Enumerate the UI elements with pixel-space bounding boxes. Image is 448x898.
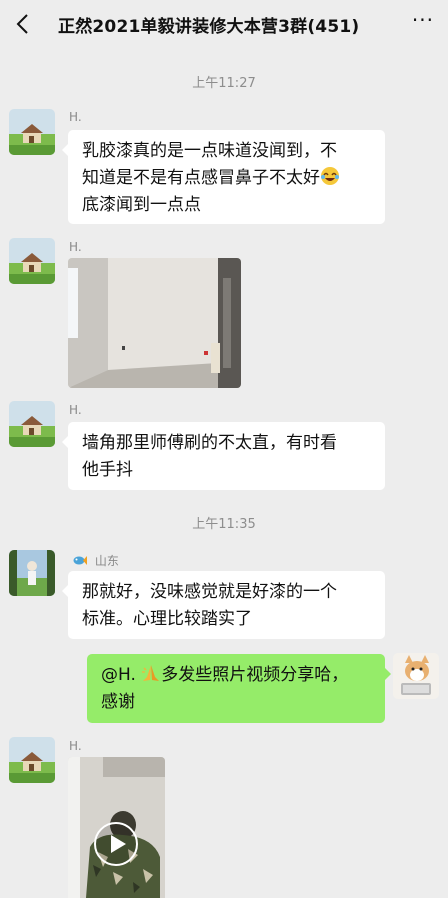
message-text-line: 感谢 <box>101 692 135 712</box>
sender-name: H. <box>69 240 82 254</box>
avatar-h[interactable] <box>9 109 55 155</box>
sender-name: 山东 <box>72 552 119 569</box>
message-text-line: 乳胶漆真的是一点味道没闻到，不 <box>82 141 337 161</box>
avatar-h[interactable] <box>9 401 55 447</box>
message-bubble-self[interactable]: @H. 多发些照片视频分享哈， 感谢 <box>87 654 391 723</box>
timestamp: 上午11:35 <box>192 517 256 532</box>
chat-header: 正然2021单毅讲装修大本营3群(451) ··· <box>0 0 448 48</box>
more-dots-icon[interactable]: ··· <box>412 8 434 32</box>
avatar-h[interactable] <box>9 737 55 783</box>
play-icon[interactable] <box>93 821 139 867</box>
back-chevron-icon[interactable] <box>10 10 38 38</box>
message-bubble[interactable]: 乳胶漆真的是一点味道没闻到，不 知道是不是有点感冒鼻子不太好 底漆闻到一点点 <box>62 130 385 224</box>
message-text-line: 他手抖 <box>82 460 133 480</box>
avatar-self[interactable] <box>393 653 439 699</box>
message-text-line: 那就好，没味感觉就是好漆的一个 <box>82 582 337 602</box>
video-thumbnail[interactable] <box>68 757 165 898</box>
message-text-line: 标准。心理比较踏实了 <box>82 609 252 629</box>
sender-name: H. <box>69 403 82 417</box>
sender-name: H. <box>69 110 82 124</box>
message-bubble[interactable]: 那就好，没味感觉就是好漆的一个 标准。心理比较踏实了 <box>62 571 385 639</box>
avatar-h[interactable] <box>9 238 55 284</box>
laughing-emoji-icon <box>321 167 339 185</box>
message-text-line: 底漆闻到一点点 <box>82 195 201 215</box>
message-text-line: 墙角那里师傅刷的不太直，有时看 <box>82 433 337 453</box>
avatar-shandong[interactable] <box>9 550 55 596</box>
mention[interactable]: @H. <box>101 665 136 685</box>
message-text-line: @H. 多发些照片视频分享哈， <box>101 662 371 689</box>
praying-hands-emoji-icon <box>142 665 160 681</box>
message-text: 多发些照片视频分享哈， <box>161 665 349 685</box>
sender-name-text: 山东 <box>94 554 119 568</box>
room-photo[interactable] <box>68 258 241 388</box>
sender-name: H. <box>69 739 82 753</box>
message-text: 知道是不是有点感冒鼻子不太好 <box>82 168 320 188</box>
message-text-line: 知道是不是有点感冒鼻子不太好 <box>82 165 371 192</box>
timestamp: 上午11:27 <box>192 76 256 91</box>
fish-badge-icon <box>73 556 87 565</box>
chat-title: 正然2021单毅讲装修大本营3群(451) <box>58 17 360 37</box>
message-bubble[interactable]: 墙角那里师傅刷的不太直，有时看 他手抖 <box>62 422 385 490</box>
